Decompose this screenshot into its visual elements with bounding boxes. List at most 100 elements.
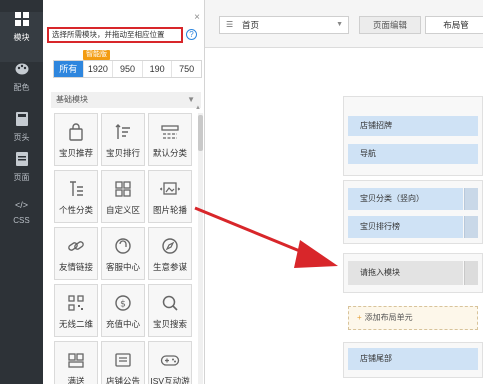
menu-icon: ☰ [226,20,234,29]
rail-item-label: 配色 [13,83,30,92]
module-label: 生意参谋 [152,262,187,272]
panel-scrollbar[interactable] [198,113,203,384]
module-tile[interactable]: 宝贝搜索 [148,284,192,337]
layout-row-category[interactable]: 宝贝分类（竖向） [348,188,463,210]
module-tile[interactable]: $ 充值中心 [101,284,145,337]
module-tile[interactable]: 满送 [54,341,98,384]
rail-item-colors[interactable]: 配色 [0,62,43,112]
module-label: 友情链接 [58,262,93,272]
top-bar: ☰ 首页 ▼ 页面编辑 布局管 [205,0,483,48]
recharge-icon: $ [115,295,131,311]
gift-grid-icon [68,353,84,368]
custom-area-icon [115,181,131,197]
row-drag-handle[interactable] [464,216,478,238]
page-select-value: 首页 [242,20,260,30]
module-label: 店铺公告 [105,376,140,384]
grid-icon [0,12,43,30]
row-drag-handle[interactable] [464,261,478,285]
module-label: 客服中心 [105,262,140,272]
module-tile[interactable]: 店铺公告 [101,341,145,384]
rail-item-label: 页面 [13,173,30,182]
rail-item-css[interactable]: </> CSS [0,196,43,246]
module-tile[interactable]: 自定义区 [101,170,145,223]
module-tile[interactable]: 友情链接 [54,227,98,280]
qrcode-icon [68,295,84,311]
module-label: 满送 [67,376,85,384]
rail-item-modules[interactable]: 模块 [0,12,43,62]
module-tile[interactable]: 宝贝排行 [101,113,145,166]
filter-1920[interactable]: 1920 [84,61,114,77]
sort-icon [115,124,130,139]
tab-page-edit[interactable]: 页面编辑 [359,16,421,34]
section-basic-modules[interactable]: 基础模块 ▼ [51,92,201,108]
scroll-up-icon[interactable]: ▲ [195,105,201,111]
module-grid: 宝贝推荐 宝贝排行 默认分类 个性分类 自定义区 图片轮播 友情链接 客服中心 … [54,113,192,384]
page-select[interactable]: ☰ 首页 ▼ [219,16,349,34]
module-tile[interactable]: 图片轮播 [148,170,192,223]
module-label: 宝贝搜索 [152,319,187,329]
filter-all[interactable]: 所有 [54,61,84,77]
gamepad-icon [160,355,180,366]
header-icon [0,112,43,130]
compass-icon [162,238,178,254]
palette-icon [0,62,43,80]
layout-row-ranking[interactable]: 宝贝排行榜 [348,216,463,238]
svg-text:$: $ [120,300,126,310]
layout-row-shop-sign[interactable]: 店铺招牌 [348,116,478,136]
rail-item-label: CSS [13,216,30,225]
drag-hint: 选择所需模块，并拖动至相应位置 [47,27,183,43]
filter-190[interactable]: 190 [143,61,173,77]
module-tile[interactable]: 客服中心 [101,227,145,280]
rail-item-page[interactable]: 页面 [0,152,43,202]
search-icon [162,295,178,311]
layout-row-footer[interactable]: 店铺尾部 [348,348,478,370]
width-filter: 所有 1920 950 190 750 [53,60,202,78]
add-layout-unit-button[interactable]: + 添加布局单元 [348,306,478,330]
image-carousel-icon [160,182,180,195]
layout-row-nav[interactable]: 导航 [348,144,478,164]
module-tile[interactable]: ISV互动游 [148,341,192,384]
module-tile[interactable]: 个性分类 [54,170,98,223]
smart-badge: 智能版 [83,50,110,60]
module-label: 充值中心 [105,319,140,329]
add-unit-label: 添加布局单元 [364,313,413,322]
module-tile[interactable]: 生意参谋 [148,227,192,280]
left-rail: 模块 配色 页头 页面 </> CSS [0,0,43,384]
filter-950[interactable]: 950 [113,61,143,77]
filter-750[interactable]: 750 [172,61,201,77]
module-label: 无线二维 [58,319,93,329]
header-block [343,96,483,176]
app-root: 模块 配色 页头 页面 </> CSS × 选择所需模块，并拖动至相应位置 ? … [0,0,483,384]
row-drag-handle[interactable] [464,188,478,210]
module-tile[interactable]: 无线二维 [54,284,98,337]
rail-item-label: 页头 [13,133,30,142]
service-icon [115,238,131,254]
module-tile[interactable]: 宝贝推荐 [54,113,98,166]
chevron-down-icon: ▼ [336,21,343,28]
close-icon[interactable]: × [194,12,200,23]
module-label: 图片轮播 [152,205,187,215]
tab-layout-manage[interactable]: 布局管 [425,16,483,34]
help-icon[interactable]: ? [186,29,197,40]
bag-icon [69,123,83,141]
chevron-down-icon: ▼ [187,95,195,104]
module-label: 宝贝推荐 [58,148,93,158]
custom-category-icon [70,181,83,196]
module-label: 个性分类 [58,205,93,215]
link-icon [68,241,84,251]
module-label: 默认分类 [152,148,187,158]
layout-canvas: 店铺招牌 导航 宝贝分类（竖向） 宝贝排行榜 请拖入模块 + 添加布局单元 店铺尾… [205,48,483,384]
module-panel: × 选择所需模块，并拖动至相应位置 ? 智能版 所有 1920 950 190 … [43,0,205,384]
code-icon: </> [14,200,28,210]
module-tile[interactable]: 默认分类 [148,113,192,166]
plus-icon: + [357,313,362,322]
module-label: 自定义区 [105,205,140,215]
page-icon [0,152,43,170]
notice-icon [115,353,131,367]
category-icon [161,125,179,139]
drop-zone[interactable]: 请拖入模块 [348,261,463,285]
section-title: 基础模块 [56,95,88,104]
rail-item-label: 模块 [13,33,30,42]
module-label: ISV互动游 [150,376,190,384]
scrollbar-thumb[interactable] [198,115,203,151]
